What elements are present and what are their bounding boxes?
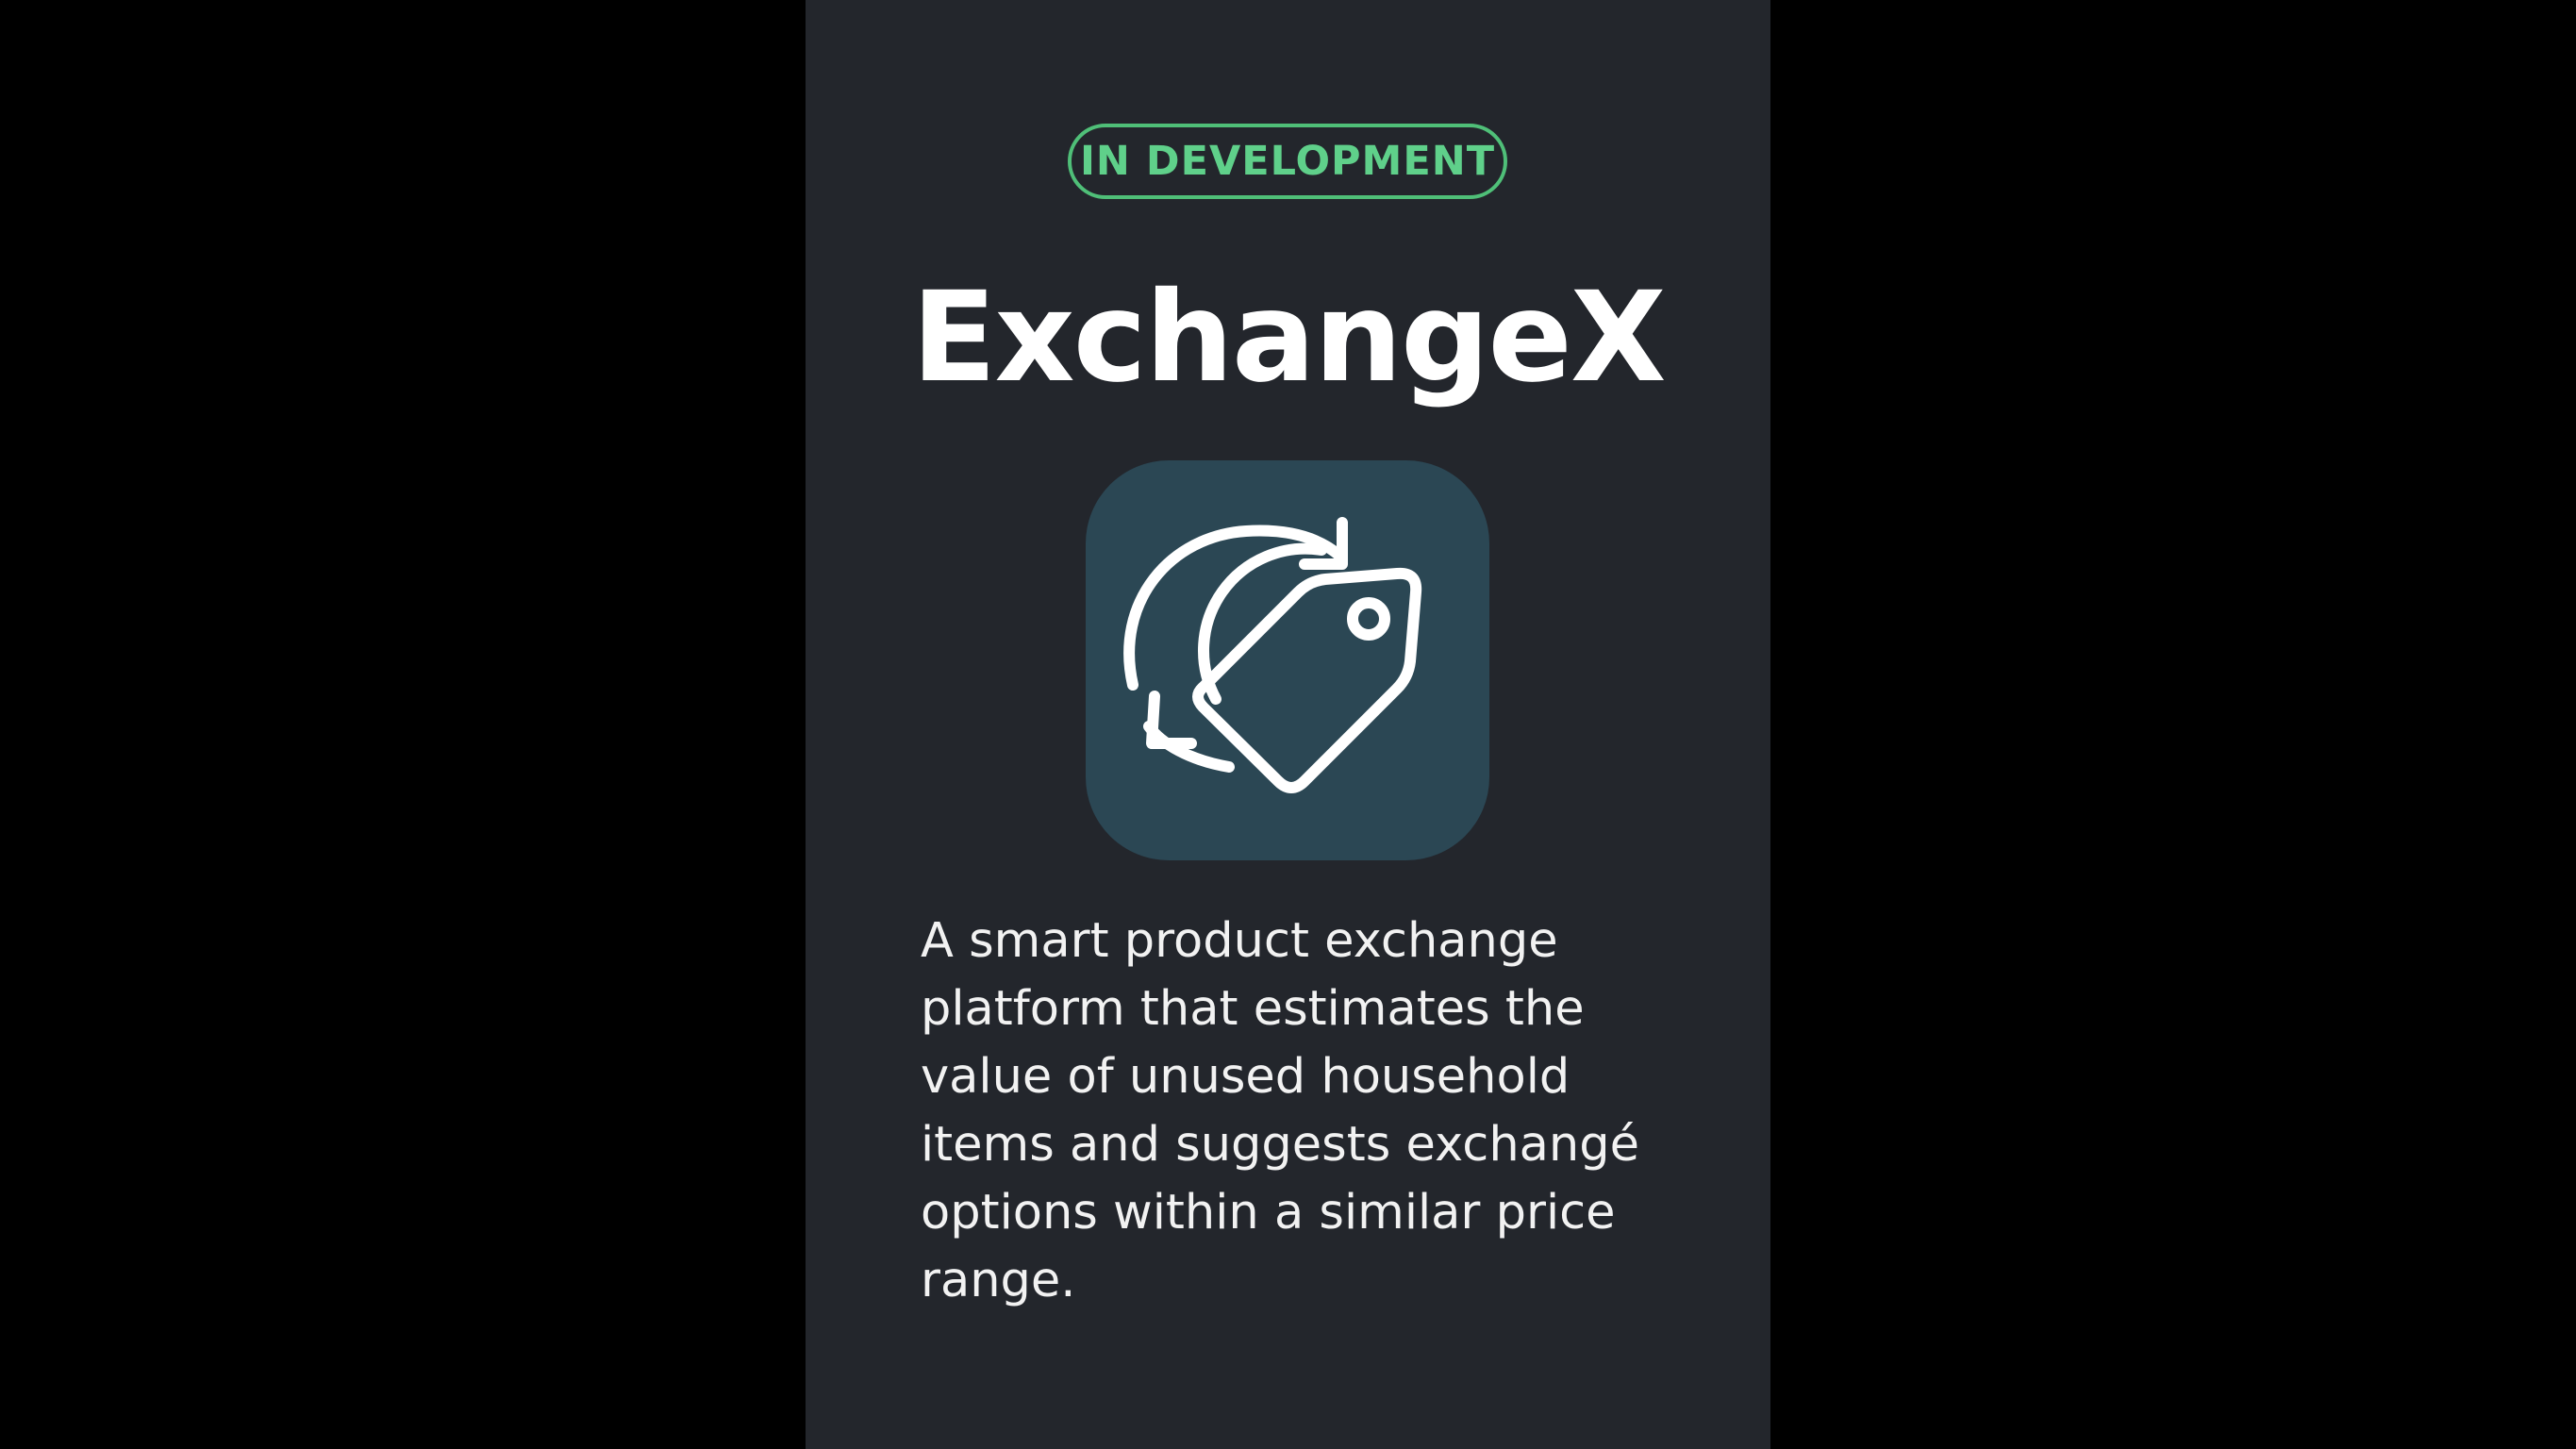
app-icon xyxy=(1086,460,1489,860)
app-title: ExchangeX xyxy=(911,265,1666,410)
app-description: A smart product exchange platform that e… xyxy=(921,913,1639,1308)
price-tag-exchange-icon xyxy=(1123,517,1422,793)
status-badge: IN DEVELOPMENT xyxy=(1068,124,1507,199)
app-card: IN DEVELOPMENT ExchangeX A smart product… xyxy=(806,0,1770,1449)
